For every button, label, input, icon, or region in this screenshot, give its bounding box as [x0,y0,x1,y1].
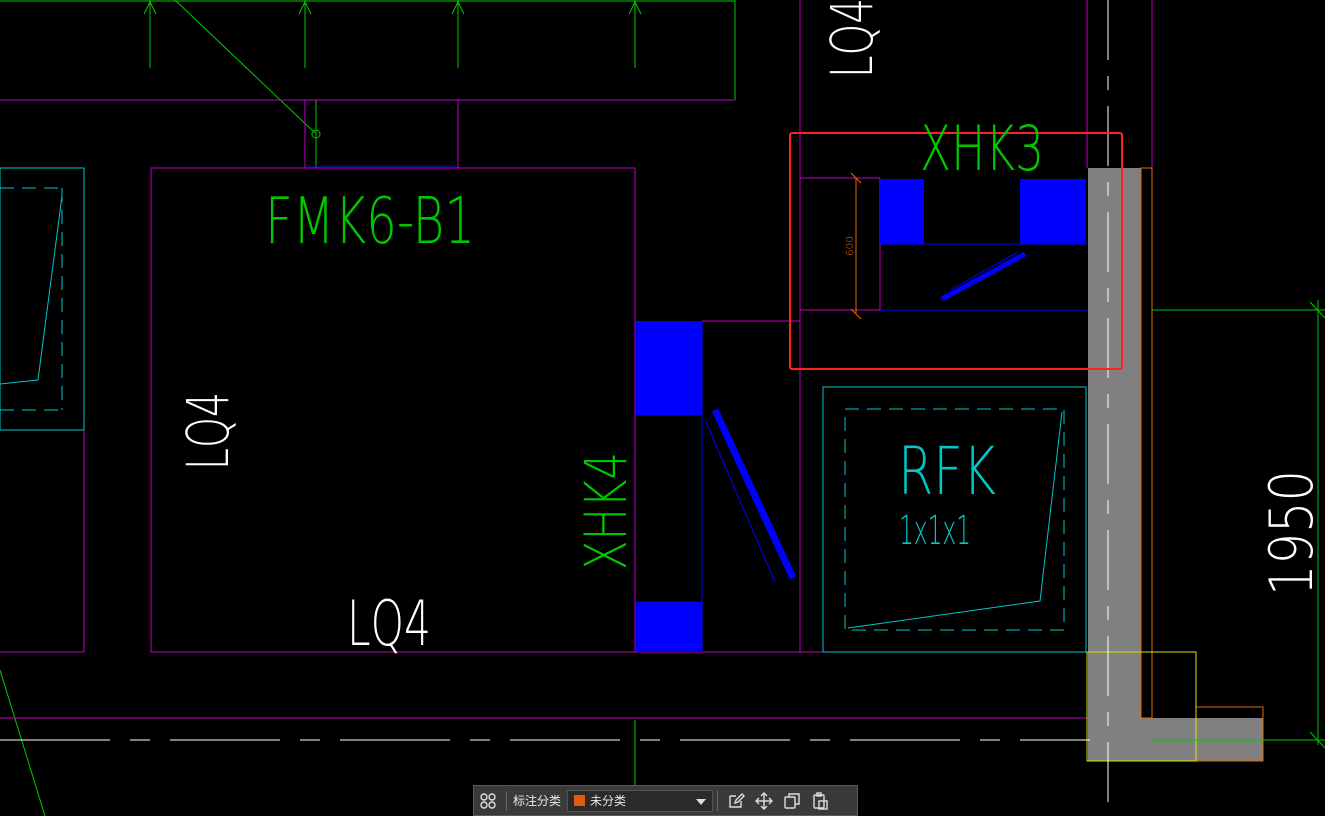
category-value: 未分类 [590,794,627,808]
grid-icon[interactable] [474,787,502,815]
label-wall-bottom: LQ4 [347,587,431,660]
label-wall-top-right: LQ4 [818,0,886,78]
gray-wall [1086,167,1264,762]
label-hatch-top: XHK3 [920,112,1044,185]
label-wall-left: LQ4 [174,392,242,470]
top-dimension-lines [0,0,736,816]
blue-blocks [636,179,1086,652]
label-dim-large: 1950 [1257,470,1325,596]
category-label: 标注分类 [513,794,562,808]
annotation-toolbar: 标注分类 未分类 [473,785,858,816]
door-swings [704,251,1027,583]
label-rfk-title: RFK [898,433,996,510]
copy-icon[interactable] [778,787,806,815]
chevron-down-icon [696,798,707,805]
paste-icon[interactable] [806,787,834,815]
cad-canvas[interactable]: FMK6-B1 LQ4 LQ4 LQ4 XHK4 XHK3 RFK 1x1x1 … [0,0,1325,816]
toolbar-divider [506,790,507,811]
category-color-swatch [574,795,586,806]
category-select[interactable]: 未分类 [567,789,714,812]
move-icon[interactable] [750,787,778,815]
magenta-walls [0,0,1153,719]
label-hatch-vertical: XHK4 [572,452,640,570]
label-dim-small: 600 [845,236,856,256]
label-room-main: FMK6-B1 [265,185,475,259]
label-rfk-size: 1x1x1 [899,508,971,554]
toolbar-divider [717,790,719,811]
edit-icon[interactable] [722,787,750,815]
